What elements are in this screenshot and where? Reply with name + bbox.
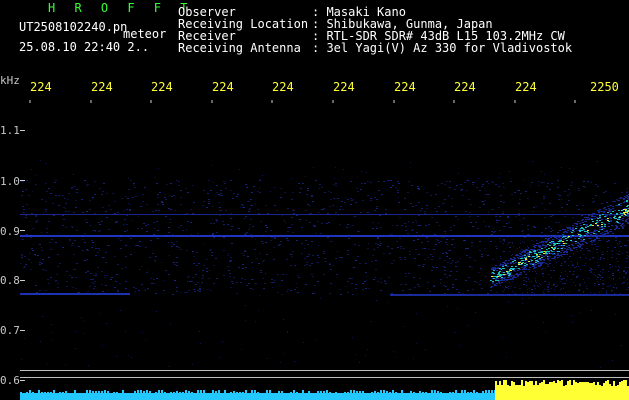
info-labels: Observer Receiving Location Receiver Rec… [178, 6, 308, 54]
x-tick-label: 224 [515, 80, 537, 94]
band-line [20, 293, 130, 295]
app-title: H R O F F T [48, 1, 194, 15]
signal-strength-bar [20, 380, 629, 400]
x-tick-label: 224 [394, 80, 416, 94]
x-tick-label: 224 [91, 80, 113, 94]
y-tick-label: 0.7 [0, 324, 20, 337]
x-tick-label: 224 [151, 80, 173, 94]
x-tick-label: 224 [272, 80, 294, 94]
spectrogram-plot [20, 100, 629, 400]
x-tick-label: 224 [333, 80, 355, 94]
x-tick-label: 224 [454, 80, 476, 94]
filename-label: UT2508102240.pn [19, 20, 128, 34]
x-tick-label: 224 [30, 80, 52, 94]
y-axis-unit: kHz [0, 74, 20, 87]
datetime-label: 25.08.10 22:40 2.. [19, 40, 150, 54]
x-tick-label: 224 [212, 80, 234, 94]
detection-type-label: meteor [123, 27, 167, 41]
y-tick-label: 0.9 [0, 225, 20, 238]
info-values: : Masaki Kano : Shibukawa, Gunma, Japan … [312, 6, 572, 54]
y-tick-label: 0.8 [0, 274, 20, 287]
y-tick-label: 1.0 [0, 175, 20, 188]
meteor-trail [490, 194, 629, 296]
y-tick-label: 1.1 [0, 124, 20, 137]
antenna-value: : 3el Yagi(V) Az 330 for Vladivostok [312, 41, 573, 55]
band-line [390, 294, 629, 296]
band-line [20, 214, 629, 215]
antenna-label: Receiving Antenna [178, 41, 301, 55]
y-tick-label: 0.6 [0, 374, 20, 387]
x-tick-label: 2250 [590, 80, 619, 94]
band-line [20, 235, 629, 237]
